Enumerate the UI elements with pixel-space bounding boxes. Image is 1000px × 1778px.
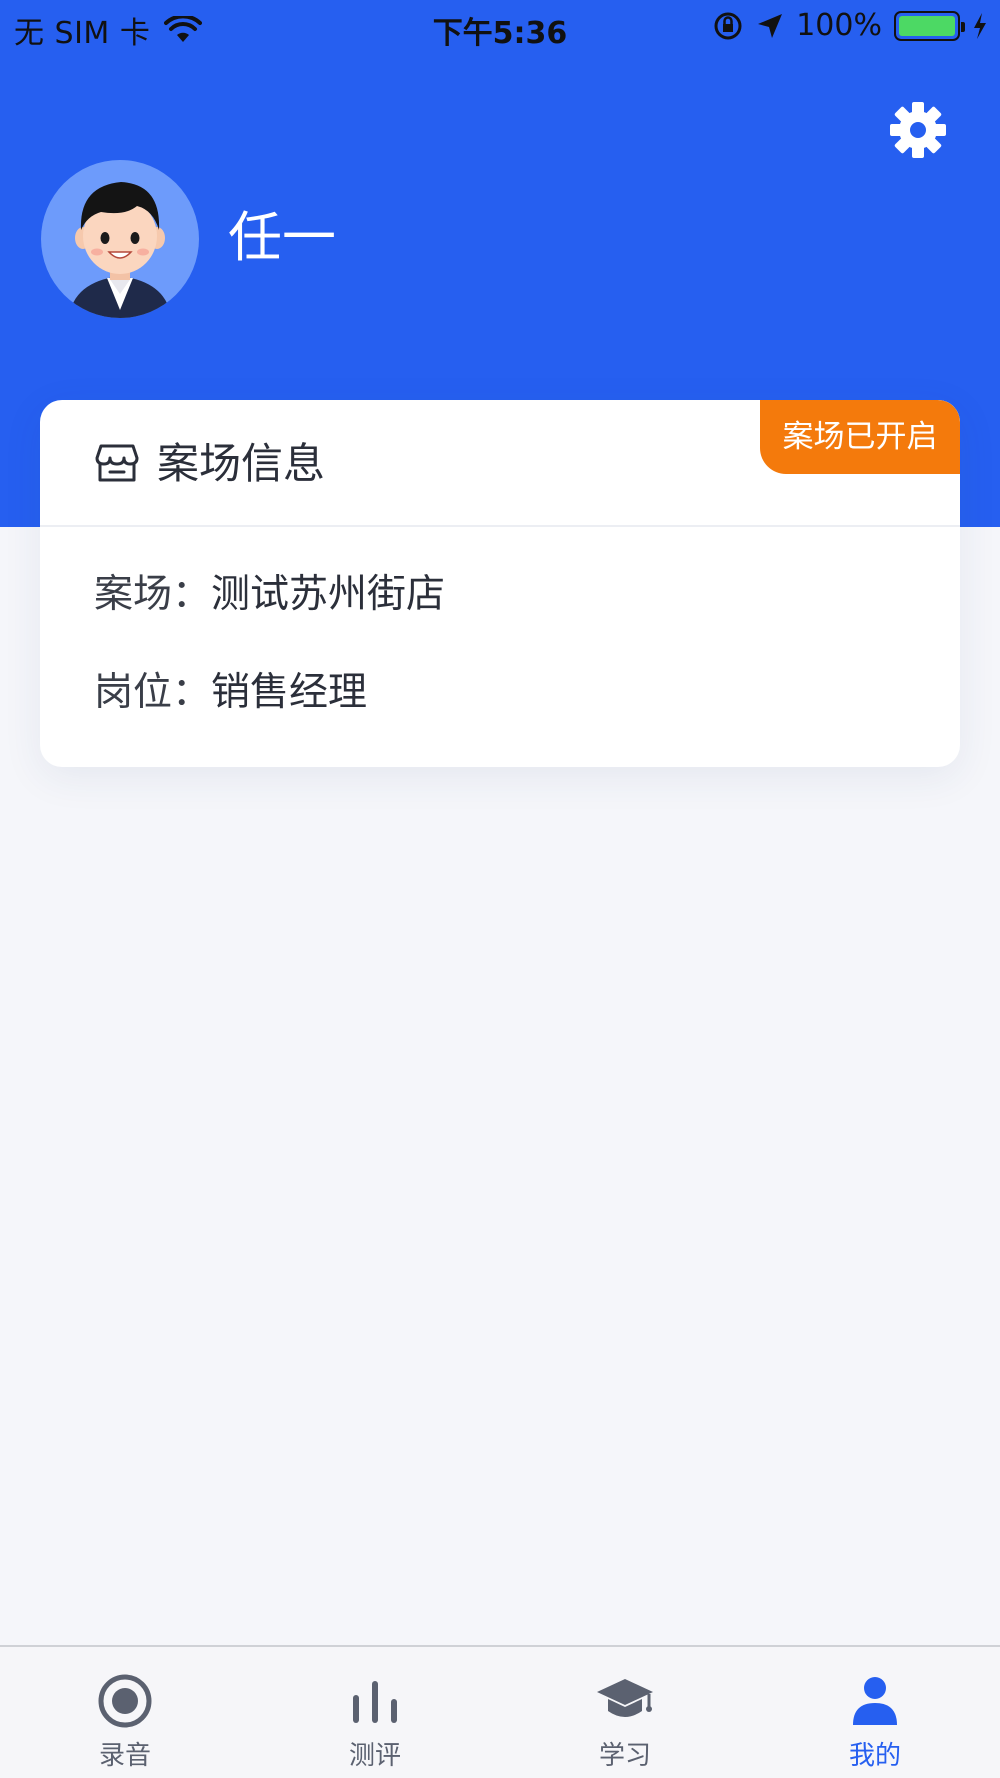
info-row-position: 岗位：销售经理: [94, 668, 367, 718]
settings-button[interactable]: [888, 100, 948, 160]
info-row-site: 案场：测试苏州街店: [94, 570, 445, 620]
tab-label: 测评: [348, 1741, 401, 1771]
record-icon: [95, 1673, 155, 1729]
info-value: 测试苏州街店: [211, 572, 446, 617]
info-value: 销售经理: [211, 670, 368, 715]
avatar-illustration: [69, 182, 171, 318]
charging-bolt-icon: [974, 12, 986, 39]
card-header: 案场信息 案场已开启: [40, 400, 960, 527]
status-bar: 无 SIM 卡 下午5:36 100%: [0, 0, 1000, 54]
tab-mine[interactable]: 我的: [750, 1647, 1000, 1778]
tab-record[interactable]: 录音: [0, 1647, 250, 1778]
orientation-lock-icon: [714, 12, 742, 39]
tab-label: 录音: [98, 1741, 151, 1771]
tab-evaluation[interactable]: 测评: [250, 1647, 500, 1778]
tab-label: 学习: [598, 1741, 651, 1771]
battery-level: [899, 15, 955, 36]
info-label: 案场：: [94, 572, 212, 617]
bar-chart-icon: [345, 1673, 405, 1729]
tab-learning[interactable]: 学习: [500, 1647, 750, 1778]
location-arrow-icon: [758, 13, 783, 38]
tab-label: 我的: [848, 1741, 901, 1771]
battery-percent: 100%: [796, 8, 882, 43]
site-info-card: 案场信息 案场已开启 案场：测试苏州街店 岗位：销售经理: [40, 400, 960, 767]
person-icon: [845, 1673, 905, 1729]
tab-bar: 录音 测评 学习 我的: [0, 1645, 1000, 1778]
status-bar-right: 100%: [700, 8, 988, 43]
info-label: 岗位：: [94, 670, 212, 715]
graduation-cap-icon: [595, 1673, 655, 1729]
gear-icon: [890, 102, 946, 158]
user-name: 任一: [228, 206, 336, 269]
site-open-badge: 案场已开启: [760, 400, 960, 474]
card-title: 案场信息: [157, 439, 326, 488]
store-icon: [95, 444, 139, 482]
avatar[interactable]: [41, 160, 199, 318]
battery-icon: [894, 10, 965, 41]
